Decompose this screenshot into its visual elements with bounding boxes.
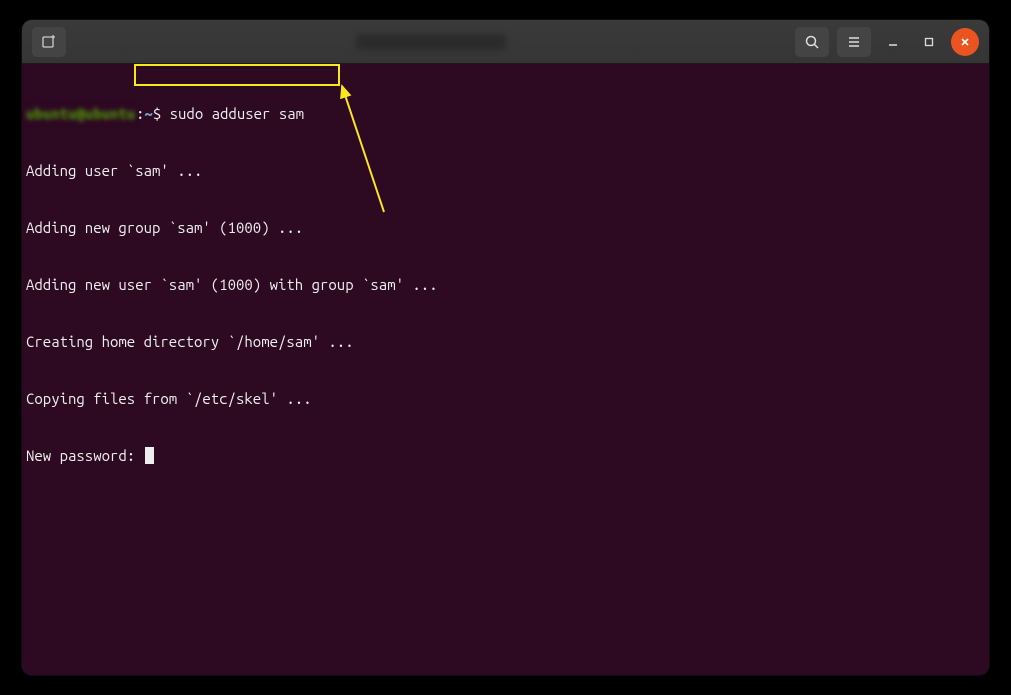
prompt-path: ~ bbox=[144, 105, 152, 122]
output-line: Copying files from `/etc/skel' ... bbox=[26, 389, 985, 408]
annotation-highlight bbox=[134, 64, 340, 86]
minimize-button[interactable] bbox=[879, 28, 907, 56]
maximize-icon bbox=[923, 36, 935, 48]
maximize-button[interactable] bbox=[915, 28, 943, 56]
menu-button[interactable] bbox=[837, 27, 871, 57]
prompt-host: ubuntu@ubuntu bbox=[26, 104, 136, 123]
output-line: Creating home directory `/home/sam' ... bbox=[26, 332, 985, 351]
hamburger-icon bbox=[846, 34, 862, 50]
prompt-line: ubuntu@ubuntu:~$ sudo adduser sam bbox=[26, 104, 985, 123]
minimize-icon bbox=[887, 36, 899, 48]
search-button[interactable] bbox=[795, 27, 829, 57]
output-line: Adding user `sam' ... bbox=[26, 161, 985, 180]
search-icon bbox=[804, 34, 820, 50]
close-icon bbox=[959, 36, 971, 48]
window-titlebar bbox=[22, 20, 989, 64]
terminal-cursor bbox=[145, 447, 154, 464]
command-text: sudo adduser sam bbox=[170, 105, 304, 122]
new-tab-button[interactable] bbox=[32, 27, 66, 57]
output-line: Adding new group `sam' (1000) ... bbox=[26, 218, 985, 237]
close-button[interactable] bbox=[951, 28, 979, 56]
password-prompt-line: New password: bbox=[26, 446, 985, 465]
password-prompt-text: New password: bbox=[26, 447, 144, 464]
terminal-body[interactable]: ubuntu@ubuntu:~$ sudo adduser sam Adding… bbox=[22, 64, 989, 675]
terminal-window: ubuntu@ubuntu:~$ sudo adduser sam Adding… bbox=[22, 20, 989, 675]
prompt-symbol: $ bbox=[153, 105, 161, 122]
window-title bbox=[356, 34, 506, 50]
output-line: Adding new user `sam' (1000) with group … bbox=[26, 275, 985, 294]
new-tab-icon bbox=[41, 34, 57, 50]
